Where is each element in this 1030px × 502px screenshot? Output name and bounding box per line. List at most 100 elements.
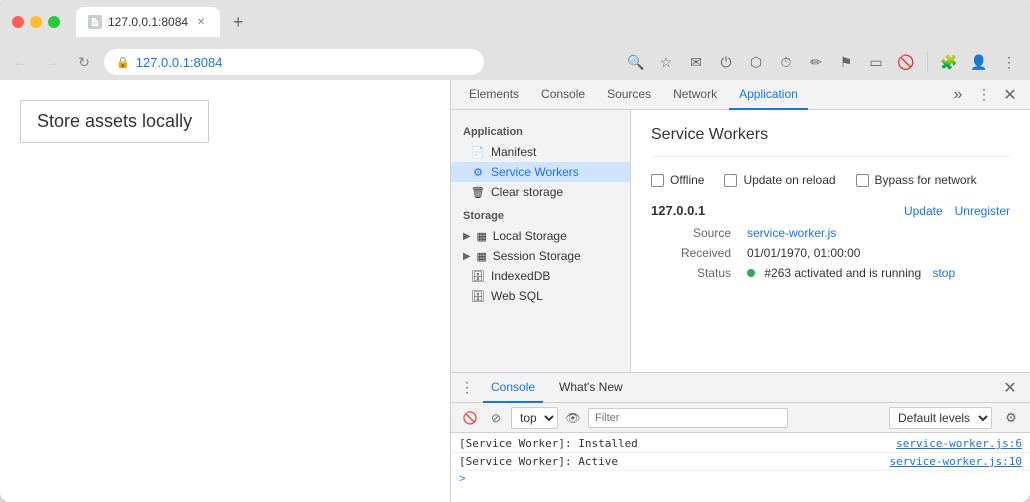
update-on-reload-checkbox[interactable] bbox=[724, 174, 737, 187]
console-context-select[interactable]: top bbox=[511, 407, 558, 429]
forward-button[interactable]: → bbox=[40, 50, 64, 74]
refresh-button[interactable]: ↻ bbox=[72, 50, 96, 74]
console-log-installed-source[interactable]: service-worker.js:6 bbox=[896, 437, 1022, 450]
mail-icon[interactable]: ✉ bbox=[683, 49, 709, 75]
tab-network[interactable]: Network bbox=[663, 80, 727, 110]
offline-checkbox[interactable] bbox=[651, 174, 664, 187]
devtools-main-panel: Service Workers Offline Update on reload bbox=[631, 110, 1030, 372]
sidebar-item-indexeddb[interactable]: 🗄 IndexedDB bbox=[451, 266, 630, 286]
devtools-actions: ⋮ ✕ bbox=[972, 83, 1022, 107]
offline-option[interactable]: Offline bbox=[651, 173, 704, 187]
sw-unregister-link[interactable]: Unregister bbox=[955, 204, 1010, 218]
update-on-reload-label: Update on reload bbox=[743, 173, 835, 187]
manifest-icon: 📄 bbox=[471, 145, 485, 159]
extensions-icon[interactable]: 🧩 bbox=[936, 49, 962, 75]
console-filter-toggle[interactable]: ⊘ bbox=[485, 407, 507, 429]
console-eye-icon[interactable]: 👁 bbox=[562, 407, 584, 429]
sw-source-file-link[interactable]: service-worker.js bbox=[747, 226, 836, 240]
browser-tab[interactable]: 📄 127.0.0.1:8084 ✕ bbox=[76, 7, 220, 37]
flag-icon[interactable]: ⚑ bbox=[833, 49, 859, 75]
console-log-installed: [Service Worker]: Installed service-work… bbox=[451, 435, 1030, 453]
store-assets-button[interactable]: Store assets locally bbox=[20, 100, 209, 143]
sw-status-row: Status #263 activated and is running sto… bbox=[651, 266, 1010, 280]
console-log-active: [Service Worker]: Active service-worker.… bbox=[451, 453, 1030, 471]
maximize-button[interactable] bbox=[48, 16, 60, 28]
tab-console[interactable]: Console bbox=[531, 80, 595, 110]
console-settings-icon[interactable]: ⚙ bbox=[1000, 407, 1022, 429]
console-clear-button[interactable]: 🚫 bbox=[459, 407, 481, 429]
console-tab[interactable]: Console bbox=[483, 373, 543, 403]
close-button[interactable] bbox=[12, 16, 24, 28]
whats-new-tab[interactable]: What's New bbox=[551, 373, 631, 403]
sidebar-item-session-storage[interactable]: ▶ ▦ Session Storage bbox=[451, 246, 630, 266]
pen-icon[interactable]: ✏ bbox=[803, 49, 829, 75]
power-icon[interactable]: ⏻ bbox=[713, 49, 739, 75]
web-sql-icon: 🗄 bbox=[471, 289, 485, 303]
sw-source-value: service-worker.js bbox=[747, 226, 836, 240]
console-tab-bar: ⋮ Console What's New ✕ bbox=[451, 373, 1030, 403]
pocket-icon[interactable]: ⬡ bbox=[743, 49, 769, 75]
timer-icon[interactable]: ⏱ bbox=[773, 49, 799, 75]
tab-network-label: Network bbox=[673, 87, 717, 101]
sidebar-item-clear-storage[interactable]: 🗑 Clear storage bbox=[451, 182, 630, 202]
tab-sources-label: Sources bbox=[607, 87, 651, 101]
address-input[interactable]: 🔒 127.0.0.1:8084 bbox=[104, 49, 484, 75]
minimize-button[interactable] bbox=[30, 16, 42, 28]
sidebar-item-local-storage[interactable]: ▶ ▦ Local Storage bbox=[451, 226, 630, 246]
new-tab-button[interactable]: + bbox=[224, 8, 252, 36]
sidebar-item-web-sql[interactable]: 🗄 Web SQL bbox=[451, 286, 630, 306]
bypass-for-network-checkbox[interactable] bbox=[856, 174, 869, 187]
menu-icon[interactable]: ⋮ bbox=[996, 49, 1022, 75]
console-close-button[interactable]: ✕ bbox=[998, 376, 1022, 400]
sidebar-section-application: Application bbox=[451, 122, 630, 142]
sidebar-item-web-sql-label: Web SQL bbox=[491, 289, 543, 303]
bypass-for-network-option[interactable]: Bypass for network bbox=[856, 173, 977, 187]
devtools-close-button[interactable]: ✕ bbox=[998, 83, 1022, 107]
sidebar-item-indexeddb-label: IndexedDB bbox=[491, 269, 550, 283]
tab-sources[interactable]: Sources bbox=[597, 80, 661, 110]
console-bottom-panel: ⋮ Console What's New ✕ 🚫 ⊘ top bbox=[451, 372, 1030, 502]
devtools-toolbar: Elements Console Sources Network Applica… bbox=[451, 80, 1030, 110]
tab-application[interactable]: Application bbox=[729, 80, 808, 110]
offline-label: Offline bbox=[670, 173, 704, 187]
service-workers-panel: Service Workers Offline Update on reload bbox=[631, 110, 1030, 372]
zoom-icon[interactable]: 🔍 bbox=[623, 49, 649, 75]
window-icon[interactable]: ▭ bbox=[863, 49, 889, 75]
sidebar-item-local-storage-label: Local Storage bbox=[493, 229, 567, 243]
console-log-active-text: [Service Worker]: Active bbox=[459, 455, 618, 468]
console-prompt[interactable]: > bbox=[451, 471, 1030, 487]
update-on-reload-option[interactable]: Update on reload bbox=[724, 173, 835, 187]
console-level-select[interactable]: Default levels bbox=[889, 407, 992, 429]
profile-icon[interactable]: 👤 bbox=[966, 49, 992, 75]
toolbar-separator bbox=[927, 52, 928, 72]
sidebar-item-manifest-label: Manifest bbox=[491, 145, 536, 159]
sidebar-item-clear-storage-label: Clear storage bbox=[491, 185, 563, 199]
sidebar-item-manifest[interactable]: 📄 Manifest bbox=[451, 142, 630, 162]
devtools-panels: Application 📄 Manifest ⚙ Service Workers… bbox=[451, 110, 1030, 372]
back-button[interactable]: ← bbox=[8, 50, 32, 74]
block-icon[interactable]: 🚫 bbox=[893, 49, 919, 75]
tab-elements[interactable]: Elements bbox=[459, 80, 529, 110]
sw-received-value: 01/01/1970, 01:00:00 bbox=[747, 246, 860, 260]
sw-entry-actions: Update Unregister bbox=[904, 204, 1010, 218]
sidebar-item-session-storage-label: Session Storage bbox=[493, 249, 581, 263]
sidebar-item-service-workers[interactable]: ⚙ Service Workers bbox=[451, 162, 630, 182]
sw-origin: 127.0.0.1 bbox=[651, 203, 705, 218]
console-log-active-source[interactable]: service-worker.js:10 bbox=[890, 455, 1022, 468]
clear-storage-icon: 🗑 bbox=[471, 185, 485, 199]
service-workers-icon: ⚙ bbox=[471, 165, 485, 179]
devtools-more-tabs[interactable]: » bbox=[946, 83, 970, 107]
tab-favicon: 📄 bbox=[88, 15, 102, 29]
address-value: 127.0.0.1:8084 bbox=[136, 55, 223, 70]
sw-update-link[interactable]: Update bbox=[904, 204, 943, 218]
sw-stop-link[interactable]: stop bbox=[932, 266, 955, 280]
console-menu-icon[interactable]: ⋮ bbox=[459, 380, 475, 396]
bookmark-icon[interactable]: ☆ bbox=[653, 49, 679, 75]
devtools-dock-icon[interactable]: ⋮ bbox=[972, 83, 996, 107]
tab-title: 127.0.0.1:8084 bbox=[108, 15, 188, 29]
tab-bar: 📄 127.0.0.1:8084 ✕ + bbox=[76, 7, 1018, 37]
sw-status-text: #263 activated and is running bbox=[764, 266, 921, 280]
console-filter-input[interactable] bbox=[588, 408, 788, 428]
security-icon: 🔒 bbox=[116, 56, 130, 69]
tab-close-button[interactable]: ✕ bbox=[194, 15, 208, 29]
